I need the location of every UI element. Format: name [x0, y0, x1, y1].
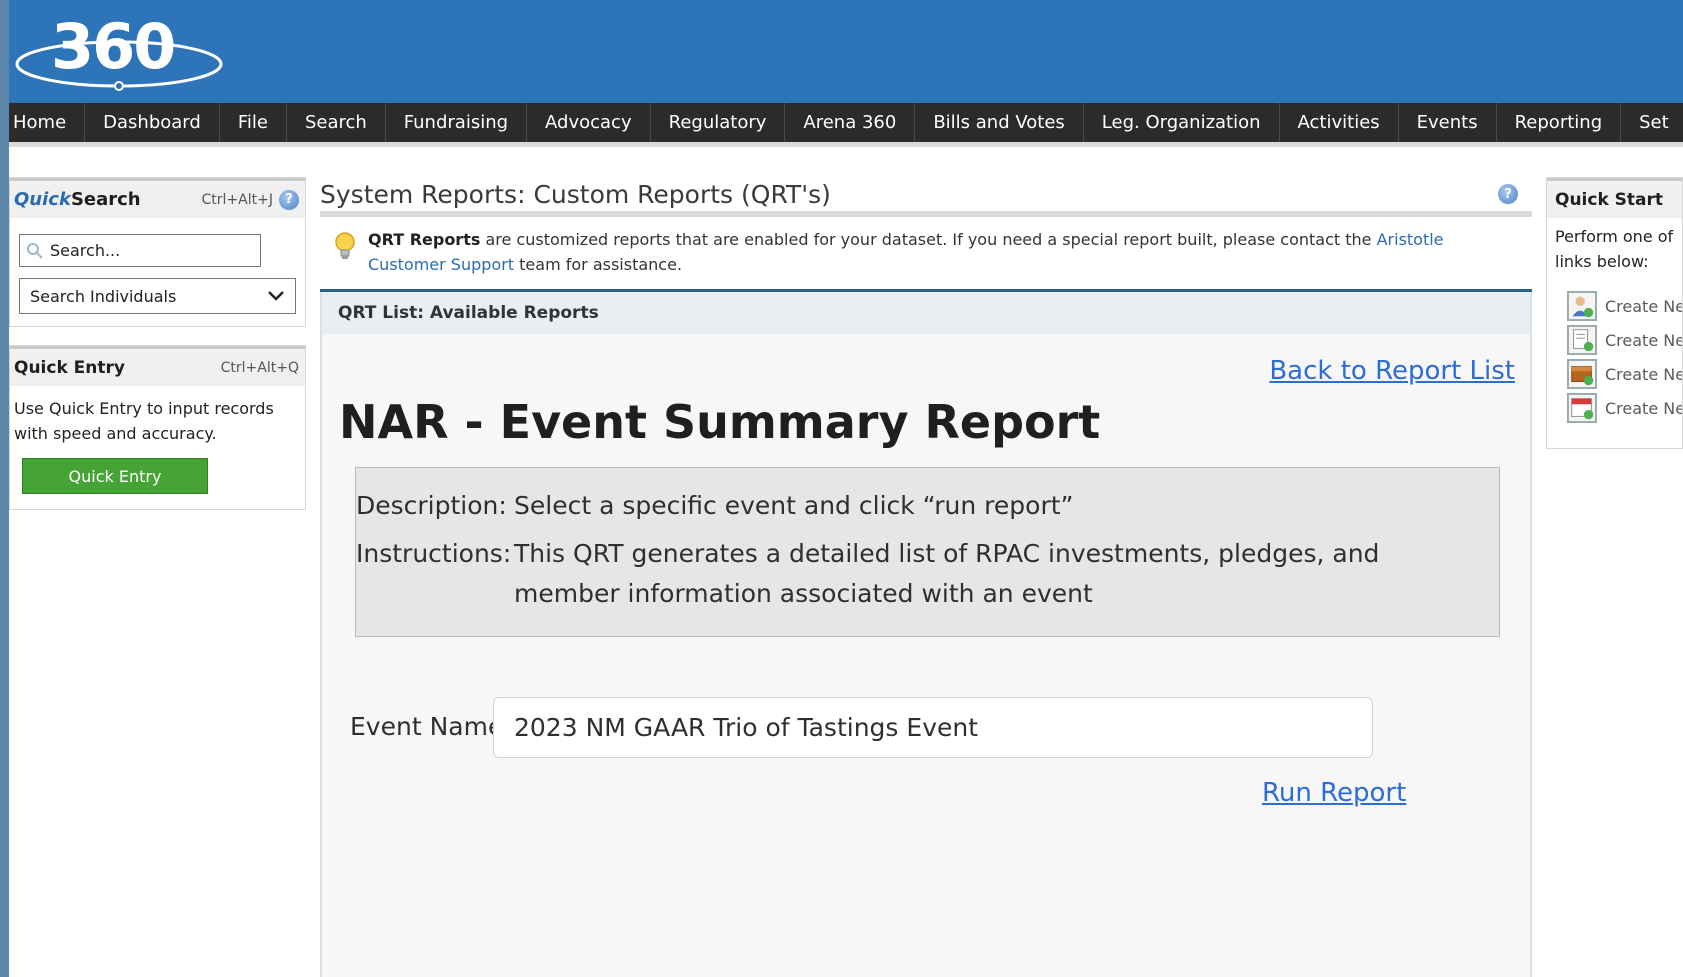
quick-search-header: QuickSearch Ctrl+Alt+J ?	[10, 178, 305, 218]
nav-home[interactable]: Home	[9, 103, 86, 142]
quick-start-item-label: Create Ne	[1605, 364, 1683, 384]
help-icon[interactable]: ?	[1498, 184, 1518, 204]
nav-regulatory[interactable]: Regulatory	[651, 103, 786, 142]
page-title-row: System Reports: Custom Reports (QRT's) ?	[320, 177, 1532, 217]
calendar-icon	[1567, 393, 1597, 423]
nav-search[interactable]: Search	[287, 103, 386, 142]
person-icon	[1567, 291, 1597, 321]
event-name-label: Event Name:	[350, 712, 512, 741]
logo[interactable]: 360	[11, 6, 231, 96]
quick-search-title: QuickSearch	[14, 189, 141, 210]
nav-dashboard[interactable]: Dashboard	[85, 103, 220, 142]
page-title: System Reports: Custom Reports (QRT's)	[320, 179, 831, 209]
search-type-select[interactable]: Search Individuals	[19, 278, 296, 314]
info-body: are customized reports that are enabled …	[480, 230, 1377, 249]
quick-start-item-calendar[interactable]: Create Ne	[1567, 393, 1683, 423]
quick-entry-button[interactable]: Quick Entry	[22, 458, 208, 494]
description-label: Description:	[356, 491, 507, 520]
nav-arena-360[interactable]: Arena 360	[785, 103, 916, 142]
run-report-link[interactable]: Run Report	[1262, 778, 1406, 808]
quick-start-item-label: Create Ne	[1605, 398, 1683, 418]
quick-search-shortcut: Ctrl+Alt+J ?	[201, 189, 299, 210]
event-name-value: 2023 NM GAAR Trio of Tastings Event	[514, 713, 979, 742]
quick-entry-shortcut: Ctrl+Alt+Q	[220, 359, 299, 376]
info-bold: QRT Reports	[368, 230, 481, 249]
nav-advocacy[interactable]: Advocacy	[527, 103, 651, 142]
section-header: QRT List: Available Reports	[322, 292, 1530, 334]
nav-activities[interactable]: Activities	[1280, 103, 1399, 142]
info-banner: QRT Reports are customized reports that …	[320, 217, 1532, 292]
nav-reporting[interactable]: Reporting	[1497, 103, 1622, 142]
document-icon	[1567, 325, 1597, 355]
info-text: QRT Reports are customized reports that …	[368, 227, 1512, 277]
quick-entry-panel: Quick Entry Ctrl+Alt+Q Use Quick Entry t…	[9, 345, 306, 510]
nav-events[interactable]: Events	[1399, 103, 1497, 142]
quick-start-text-line1: Perform one of	[1555, 227, 1674, 246]
lightbulb-icon	[335, 232, 355, 259]
nav-bills-and-votes[interactable]: Bills and Votes	[915, 103, 1084, 142]
event-name-field[interactable]: 2023 NM GAAR Trio of Tastings Event	[493, 697, 1373, 758]
quick-start-text: Perform one of links below:	[1547, 218, 1682, 274]
main-content: System Reports: Custom Reports (QRT's) ?…	[320, 177, 1532, 977]
chevron-down-icon	[268, 291, 284, 301]
quick-start-item-label: Create Ne	[1605, 296, 1683, 316]
report-title: NAR - Event Summary Report	[339, 395, 1101, 449]
back-to-report-list-link[interactable]: Back to Report List	[1269, 356, 1515, 386]
nav-file[interactable]: File	[220, 103, 287, 142]
quick-entry-header: Quick Entry Ctrl+Alt+Q	[10, 346, 305, 386]
search-input[interactable]	[50, 241, 250, 260]
quick-start-item-box[interactable]: Create Ne	[1567, 359, 1683, 389]
nav-fundraising[interactable]: Fundraising	[386, 103, 528, 142]
quick-search-title-prefix: Quick	[14, 189, 71, 210]
search-type-value: Search Individuals	[30, 286, 177, 306]
instructions-row: Instructions: This QRT generates a detai…	[356, 534, 1496, 624]
quick-start-panel: Quick Start Perform one of links below: …	[1546, 177, 1683, 449]
quick-entry-text: Use Quick Entry to input records with sp…	[14, 399, 274, 443]
description-box: Description: Select a specific event and…	[355, 467, 1500, 637]
quick-start-item-label: Create Ne	[1605, 330, 1683, 350]
instructions-label: Instructions:	[356, 539, 512, 568]
nav-settings[interactable]: Set	[1621, 103, 1683, 142]
qrt-section: QRT List: Available Reports Back to Repo…	[320, 292, 1532, 977]
app-header: 360	[9, 0, 1683, 103]
description-row: Description: Select a specific event and…	[356, 486, 1496, 526]
quick-start-item-individual[interactable]: Create Ne	[1567, 291, 1683, 321]
help-icon[interactable]: ?	[279, 189, 299, 210]
search-icon	[27, 242, 43, 259]
quick-start-text-line2: links below:	[1555, 252, 1649, 271]
logo-text: 360	[51, 10, 176, 83]
info-tail: team for assistance.	[514, 255, 683, 274]
quick-search-title-suffix: Search	[70, 189, 141, 210]
search-input-wrapper	[19, 234, 261, 267]
quick-search-panel: QuickSearch Ctrl+Alt+J ? Search Individu…	[9, 177, 306, 327]
instructions-text: This QRT generates a detailed list of RP…	[514, 539, 1380, 608]
description-text: Select a specific event and click “run r…	[514, 491, 1074, 520]
nav-leg-organization[interactable]: Leg. Organization	[1084, 103, 1280, 142]
quick-search-shortcut-text: Ctrl+Alt+J	[201, 191, 273, 208]
quick-entry-title: Quick Entry	[14, 357, 125, 378]
app-window: 360 Home Dashboard File Search Fundraisi…	[9, 0, 1683, 977]
box-icon	[1567, 359, 1597, 389]
main-nav: Home Dashboard File Search Fundraising A…	[9, 103, 1683, 147]
quick-start-title: Quick Start	[1547, 178, 1682, 218]
quick-start-item-document[interactable]: Create Ne	[1567, 325, 1683, 355]
